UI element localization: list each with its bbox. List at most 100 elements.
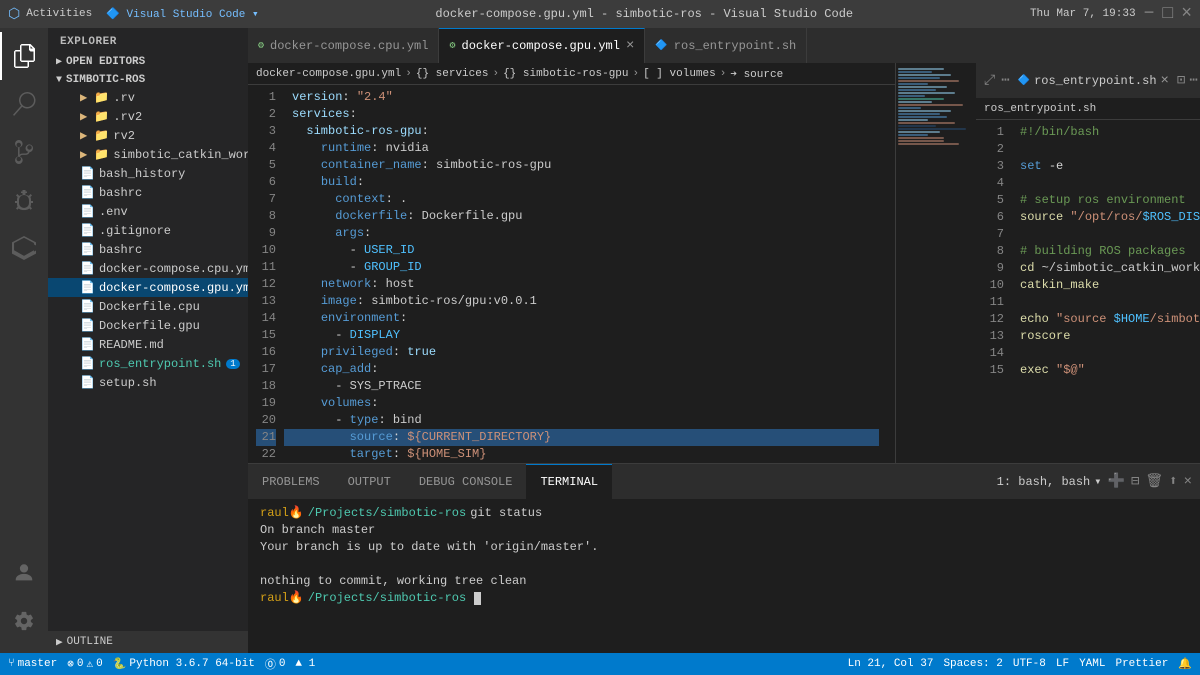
tab-docker-gpu[interactable]: ⚙ docker-compose.gpu.yml × (439, 28, 645, 63)
panel-tab-terminal[interactable]: TERMINAL (526, 464, 612, 499)
split-terminal-icon[interactable]: ⊟ (1131, 473, 1139, 490)
folder-rv[interactable]: ▶ 📁 .rv (48, 88, 248, 107)
file-dockerfile-cpu-label: Dockerfile.cpu (99, 300, 200, 314)
file-ros-entrypoint[interactable]: 📄 ros_entrypoint.sh 1 (48, 354, 248, 373)
project-section[interactable]: ▼ SIMBOTIC-ROS (48, 70, 248, 88)
status-encoding[interactable]: UTF-8 (1013, 658, 1046, 670)
maximize-icon[interactable]: □ (1162, 4, 1173, 24)
close-icon[interactable]: × (1181, 4, 1192, 24)
status-eol[interactable]: LF (1056, 658, 1069, 670)
file-ros-entrypoint-label: ros_entrypoint.sh (99, 357, 221, 371)
bash-selector[interactable]: 1: bash, bash ▾ (997, 474, 1102, 489)
left-code-content[interactable]: version: "2.4" services: simbotic-ros-gp… (284, 85, 895, 463)
file-bashrc-1[interactable]: 📄 bashrc (48, 183, 248, 202)
panel-tab-output[interactable]: OUTPUT (334, 464, 405, 499)
kill-terminal-icon[interactable]: 🗑 (1145, 473, 1163, 490)
right-editor: ⤢ ⋯ 🔷 ros_entrypoint.sh × ⊡ ⋯ ros_ (976, 63, 1200, 463)
right-editor-close[interactable]: × (1161, 73, 1169, 89)
tab-docker-gpu-close[interactable]: × (626, 38, 634, 54)
tab-docker-gpu-icon: ⚙ (449, 40, 455, 52)
status-spaces[interactable]: Spaces: 2 (943, 658, 1002, 670)
panel-controls: 1: bash, bash ▾ ➕ ⊟ 🗑 ⬆ × (989, 464, 1200, 499)
split-right-icon[interactable]: ⊡ (1177, 72, 1185, 89)
title-bar-right: Thu Mar 7, 19:33 − □ × (1030, 4, 1192, 24)
status-errors[interactable]: ⊗ 0 ⚠ 0 (67, 657, 102, 671)
file-readme-icon: 📄 (80, 337, 95, 352)
panel-tab-debug-console[interactable]: DEBUG CONSOLE (405, 464, 527, 499)
close-panel-icon[interactable]: × (1184, 474, 1192, 490)
status-git-branch[interactable]: ⑂ master (8, 658, 57, 670)
file-readme[interactable]: 📄 README.md (48, 335, 248, 354)
file-dockerfile-gpu[interactable]: 📄 Dockerfile.gpu (48, 316, 248, 335)
file-setup[interactable]: 📄 setup.sh (48, 373, 248, 392)
left-code-editor[interactable]: 12345 678910 1112131415 1617181920 21222… (248, 85, 895, 463)
folder-rv2-label: .rv2 (113, 110, 142, 124)
panel-tab-problems[interactable]: PROBLEMS (248, 464, 334, 499)
source-control-activity-icon[interactable] (0, 128, 48, 176)
debug-activity-icon[interactable] (0, 176, 48, 224)
file-bashrc-2[interactable]: 📄 bashrc (48, 240, 248, 259)
left-editor: docker-compose.gpu.yml › {} services › {… (248, 63, 896, 463)
eol-label: LF (1056, 658, 1069, 670)
outline-label: OUTLINE (67, 636, 113, 648)
file-dockerfile-gpu-label: Dockerfile.gpu (99, 319, 200, 333)
more-actions-icon[interactable]: ⋯ (1001, 72, 1009, 89)
vscode-icon: ⬡ (8, 6, 20, 23)
breadcrumb-gpu: {} simbotic-ros-gpu (503, 68, 628, 80)
tab-docker-cpu[interactable]: ⚙ docker-compose.cpu.yml (248, 28, 439, 63)
menu-file[interactable]: Activities (26, 8, 92, 20)
folder-rv2[interactable]: ▶ 📁 .rv2 (48, 107, 248, 126)
activity-bar-bottom (0, 549, 48, 653)
status-ln-col[interactable]: Ln 21, Col 37 (848, 658, 934, 670)
file-setup-label: setup.sh (99, 376, 157, 390)
folder-catkin-label: simbotic_catkin_workspace (113, 148, 248, 162)
extensions-activity-icon[interactable] (0, 224, 48, 272)
breadcrumb-file: docker-compose.gpu.yml (256, 68, 401, 80)
status-python[interactable]: 🐍 Python 3.6.7 64-bit (113, 657, 255, 671)
status-left: ⑂ master ⊗ 0 ⚠ 0 🐍 Python 3.6.7 64-bit ⓪… (8, 656, 315, 672)
accounts-activity-icon[interactable] (0, 549, 48, 597)
maximize-panel-icon[interactable]: ⬆ (1169, 473, 1177, 490)
split-editor-icon[interactable]: ⤢ (984, 73, 995, 89)
terminal-line-5: raul🔥/Projects/simbotic-ros (260, 590, 1188, 607)
settings-activity-icon[interactable] (0, 597, 48, 645)
sidebar-header: Explorer (48, 28, 248, 52)
open-editors-section[interactable]: ▶ OPEN EDITORS (48, 52, 248, 70)
file-dockerfile-cpu[interactable]: 📄 Dockerfile.cpu (48, 297, 248, 316)
tab-ros-entrypoint[interactable]: 🔷 ros_entrypoint.sh (645, 28, 807, 63)
tab-docker-cpu-label: docker-compose.cpu.yml (270, 39, 428, 53)
terminal-line-2: On branch master (260, 522, 1188, 539)
tab-bar: ⚙ docker-compose.cpu.yml ⚙ docker-compos… (248, 28, 1200, 63)
date-label: Thu Mar 7, 19:33 (1030, 8, 1136, 20)
status-warning2[interactable]: ▲ 1 (295, 658, 315, 670)
file-bash-history[interactable]: 📄 bash_history (48, 164, 248, 183)
more-right-icon[interactable]: ⋯ (1189, 72, 1197, 89)
file-gitignore[interactable]: 📄 .gitignore (48, 221, 248, 240)
status-info[interactable]: ⓪ 0 (265, 656, 286, 672)
folder-catkin[interactable]: ▶ 📁 simbotic_catkin_workspace (48, 145, 248, 164)
search-activity-icon[interactable] (0, 80, 48, 128)
terminal-content[interactable]: raul🔥/Projects/simbotic-ros git status O… (248, 499, 1200, 653)
status-language[interactable]: YAML (1079, 658, 1105, 670)
main-layout: Explorer ▶ OPEN EDITORS ▼ SIMBOTIC-ROS ▶… (0, 28, 1200, 653)
outline-bar[interactable]: ▶ OUTLINE (48, 631, 248, 653)
file-docker-cpu[interactable]: 📄 docker-compose.cpu.yml (48, 259, 248, 278)
terminal-line-3: Your branch is up to date with 'origin/m… (260, 539, 1188, 556)
status-formatter[interactable]: Prettier (1115, 658, 1168, 670)
minimize-icon[interactable]: − (1144, 4, 1155, 24)
folder-rv2-2[interactable]: ▶ 📁 rv2 (48, 126, 248, 145)
error-count: 0 (77, 658, 84, 670)
right-editor-toolbar: ⤢ ⋯ 🔷 ros_entrypoint.sh × ⊡ ⋯ (976, 63, 1200, 98)
open-editors-chevron: ▶ (56, 56, 62, 68)
right-code-content[interactable]: #!/bin/bash set -e # setup ros environme… (1012, 120, 1200, 463)
status-notifications[interactable]: 🔔 (1178, 657, 1192, 671)
folder-catkin-icon: ▶ 📁 (80, 147, 109, 162)
folder-rv-label: .rv (113, 91, 135, 105)
file-env[interactable]: 📄 .env (48, 202, 248, 221)
content-area: ⚙ docker-compose.cpu.yml ⚙ docker-compos… (248, 28, 1200, 653)
new-terminal-icon[interactable]: ➕ (1108, 473, 1125, 490)
minimap (896, 63, 976, 463)
files-activity-icon[interactable] (0, 32, 48, 80)
file-docker-gpu[interactable]: 📄 docker-compose.gpu.yml (48, 278, 248, 297)
right-code-editor[interactable]: 12345 678910 1112131415 #!/bin/bash set … (976, 120, 1200, 463)
